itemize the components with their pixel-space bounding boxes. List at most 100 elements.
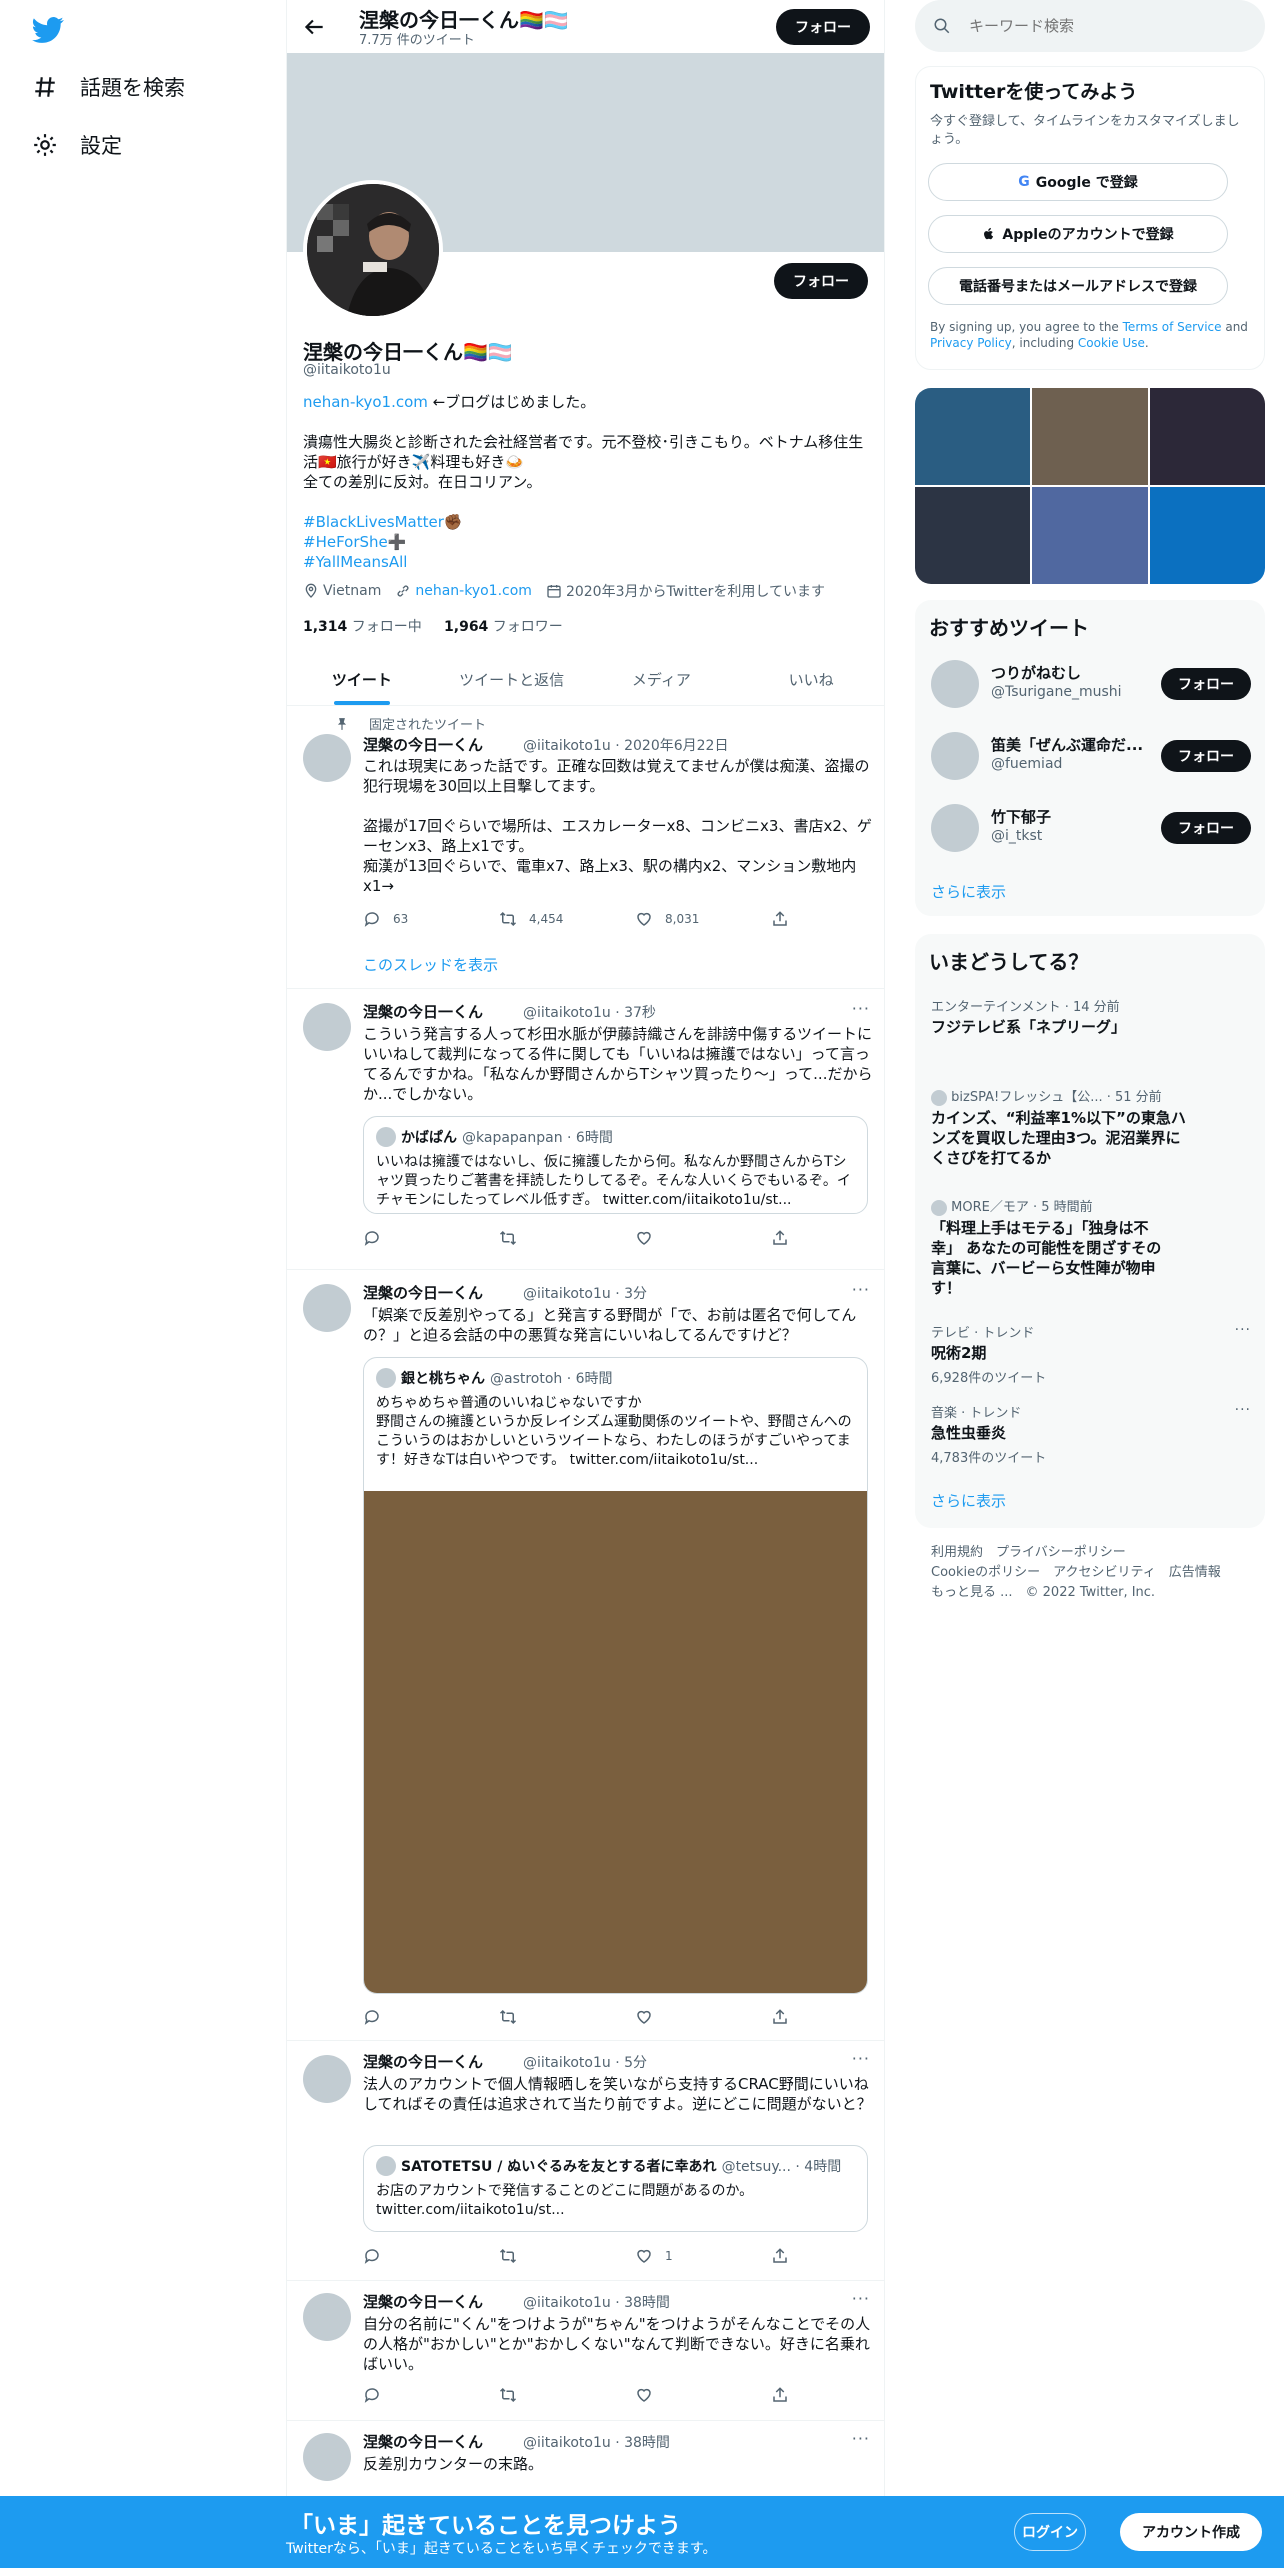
reply-button[interactable]: 63	[363, 910, 499, 928]
media-thumb[interactable]	[915, 487, 1031, 584]
hashtag-blacklivesmatter[interactable]: #BlackLivesMatter✊🏾	[303, 512, 873, 532]
more-options-icon[interactable]: ···	[1235, 1322, 1251, 1338]
retweet-button[interactable]	[499, 2386, 635, 2404]
tweet-avatar[interactable]	[303, 1003, 351, 1051]
quoted-tweet[interactable]: かばぱん @kapapanpan · 6時間 いいねは擁護ではないし、仮に擁護した…	[363, 1116, 868, 1214]
terms-link[interactable]: Terms of Service	[1123, 320, 1222, 334]
share-button[interactable]	[771, 1229, 884, 1247]
retweet-button[interactable]	[499, 2008, 635, 2026]
tweet-author[interactable]: 涅槃の今日一くん	[363, 2293, 483, 2311]
hashtag-heforshe[interactable]: #HeForShe➕	[303, 532, 873, 552]
reply-button[interactable]	[363, 2386, 499, 2404]
tweet-author[interactable]: 涅槃の今日一くん	[363, 2433, 483, 2451]
phone-email-signup-button[interactable]: 電話番号またはメールアドレスで登録	[928, 267, 1228, 305]
apple-signup-button[interactable]: Appleのアカウントで登録	[928, 215, 1228, 253]
tab-likes[interactable]: いいね	[736, 653, 884, 705]
reply-button[interactable]	[363, 2008, 499, 2026]
suggested-user[interactable]: 笛美「ぜんぶ運命だ... @fuemiad フォロー	[931, 728, 1251, 784]
hashtag-yallmeansall[interactable]: #YallMeansAll	[303, 552, 873, 572]
header-follow-button[interactable]: フォロー	[776, 9, 870, 45]
trend-item[interactable]: bizSPA!フレッシュ【公... · 51 分前 カインズ、“利益率1%以下”の…	[931, 1086, 1191, 1168]
quoted-tweet[interactable]: SATOTETSU / ぬいぐるみを友とする者に幸あれ @tetsuy... · …	[363, 2145, 868, 2232]
more-options-icon[interactable]: ···	[852, 1280, 870, 1299]
show-more-link[interactable]: さらに表示	[931, 881, 1006, 902]
reply-button[interactable]	[363, 2247, 499, 2265]
more-options-icon[interactable]: ···	[852, 999, 870, 1018]
show-thread-link[interactable]: このスレッドを表示	[363, 954, 498, 975]
profile-avatar[interactable]	[303, 180, 443, 320]
tweet-avatar[interactable]	[303, 2055, 351, 2103]
more-options-icon[interactable]: ···	[852, 2289, 870, 2308]
search-box[interactable]	[915, 0, 1265, 52]
media-thumb[interactable]	[1032, 487, 1148, 584]
back-arrow-icon[interactable]	[301, 14, 327, 40]
trend-item[interactable]: エンターテインメント · 14 分前 フジテレビ系「ネプリーグ」	[931, 996, 1251, 1037]
tweet-author[interactable]: 涅槃の今日一くん	[363, 2053, 483, 2071]
footer-line-2[interactable]: Cookieのポリシー アクセシビリティ 広告情報	[931, 1563, 1251, 1583]
tweet-author[interactable]: 涅槃の今日一くん	[363, 736, 483, 754]
bio-blog-link[interactable]: nehan-kyo1.com	[303, 393, 428, 411]
footer-line-1[interactable]: 利用規約 プライバシーポリシー	[931, 1543, 1251, 1563]
google-signup-button[interactable]: G Google で登録	[928, 163, 1228, 201]
followers-link[interactable]: 1,964 フォロワー	[444, 619, 563, 635]
tweet-avatar[interactable]	[303, 2293, 351, 2341]
like-button[interactable]: 1	[635, 2247, 771, 2265]
cookie-link[interactable]: Cookie Use	[1078, 336, 1145, 350]
search-input[interactable]	[969, 17, 1229, 35]
retweet-button[interactable]	[499, 2247, 635, 2265]
quote-media-image[interactable]	[364, 1491, 867, 1993]
media-thumb[interactable]	[1149, 388, 1265, 485]
trend-item[interactable]: MORE／モア · 5 時間前 「料理上手はモテる」「独身は不幸」 あなたの可能性…	[931, 1196, 1171, 1298]
retweet-button[interactable]	[499, 1229, 635, 1247]
twitter-logo-icon[interactable]	[32, 14, 64, 46]
tweet[interactable]: 涅槃の今日一くん @iitaikoto1u · 37秒 ··· こういう発言する人…	[287, 989, 884, 1270]
like-button[interactable]	[635, 1229, 771, 1247]
tweet[interactable]: 涅槃の今日一くん @iitaikoto1u · 3分 ··· 「娯楽で反差別やって…	[287, 1270, 884, 2041]
tweet-pinned[interactable]: 固定されたツイート 涅槃の今日一くん @iitaikoto1u · 2020年6月…	[287, 706, 884, 989]
like-button[interactable]: 8,031	[635, 910, 771, 928]
media-thumb[interactable]	[915, 388, 1031, 485]
share-button[interactable]	[771, 2247, 884, 2265]
website-link[interactable]: nehan-kyo1.com	[415, 583, 532, 599]
tab-media[interactable]: メディア	[587, 653, 737, 705]
suggested-user[interactable]: つりがねむし @Tsurigane_mushi フォロー	[931, 656, 1251, 712]
media-thumb[interactable]	[1149, 487, 1265, 584]
tweet-avatar[interactable]	[303, 1284, 351, 1332]
profile-follow-button[interactable]: フォロー	[774, 263, 868, 299]
tweet[interactable]: 涅槃の今日一くん @iitaikoto1u · 38時間 ··· 自分の名前に"く…	[287, 2281, 884, 2421]
tweet[interactable]: 涅槃の今日一くん @iitaikoto1u · 5分 ··· 法人のアカウントで個…	[287, 2041, 884, 2281]
more-options-icon[interactable]: ···	[1235, 1402, 1251, 1418]
trend-item[interactable]: テレビ · トレンド 呪術2期 6,928件のツイート ···	[931, 1322, 1251, 1386]
tweet-avatar[interactable]	[303, 2433, 351, 2481]
nav-explore[interactable]: 話題を検索	[32, 72, 185, 102]
login-button[interactable]: ログイン	[1014, 2513, 1086, 2551]
reply-button[interactable]	[363, 1229, 499, 1247]
privacy-link[interactable]: Privacy Policy	[930, 336, 1012, 350]
tweet-avatar[interactable]	[303, 734, 351, 782]
suggested-follow-button[interactable]: フォロー	[1161, 812, 1251, 844]
website[interactable]: nehan-kyo1.com	[395, 583, 532, 599]
create-account-button[interactable]: アカウント作成	[1120, 2513, 1262, 2551]
suggested-follow-button[interactable]: フォロー	[1161, 668, 1251, 700]
more-options-icon[interactable]: ···	[852, 2049, 870, 2068]
retweet-button[interactable]: 4,454	[499, 910, 635, 928]
show-more-trends-link[interactable]: さらに表示	[931, 1490, 1006, 1511]
tweet-author[interactable]: 涅槃の今日一くん	[363, 1003, 483, 1021]
media-thumb[interactable]	[1032, 388, 1148, 485]
share-button[interactable]	[771, 910, 884, 928]
like-button[interactable]	[635, 2386, 771, 2404]
following-link[interactable]: 1,314 フォロー中	[303, 619, 422, 635]
quoted-tweet[interactable]: 銀と桃ちゃん @astrotoh · 6時間 めちゃめちゃ普通のいいねじゃないです…	[363, 1357, 868, 1994]
suggested-user[interactable]: 竹下郁子 @i_tkst フォロー	[931, 800, 1251, 856]
trend-item[interactable]: 音楽 · トレンド 急性虫垂炎 4,783件のツイート ···	[931, 1402, 1251, 1466]
more-options-icon[interactable]: ···	[852, 2429, 870, 2448]
like-button[interactable]	[635, 2008, 771, 2026]
nav-settings[interactable]: 設定	[32, 130, 122, 160]
tweet-author[interactable]: 涅槃の今日一くん	[363, 1284, 483, 1302]
tab-tweets[interactable]: ツイート	[287, 653, 437, 705]
tab-tweets-replies[interactable]: ツイートと返信	[437, 653, 587, 705]
share-button[interactable]	[771, 2008, 884, 2026]
share-button[interactable]	[771, 2386, 884, 2404]
suggested-follow-button[interactable]: フォロー	[1161, 740, 1251, 772]
footer-line-3[interactable]: もっと見る ... © 2022 Twitter, Inc.	[931, 1583, 1251, 1603]
